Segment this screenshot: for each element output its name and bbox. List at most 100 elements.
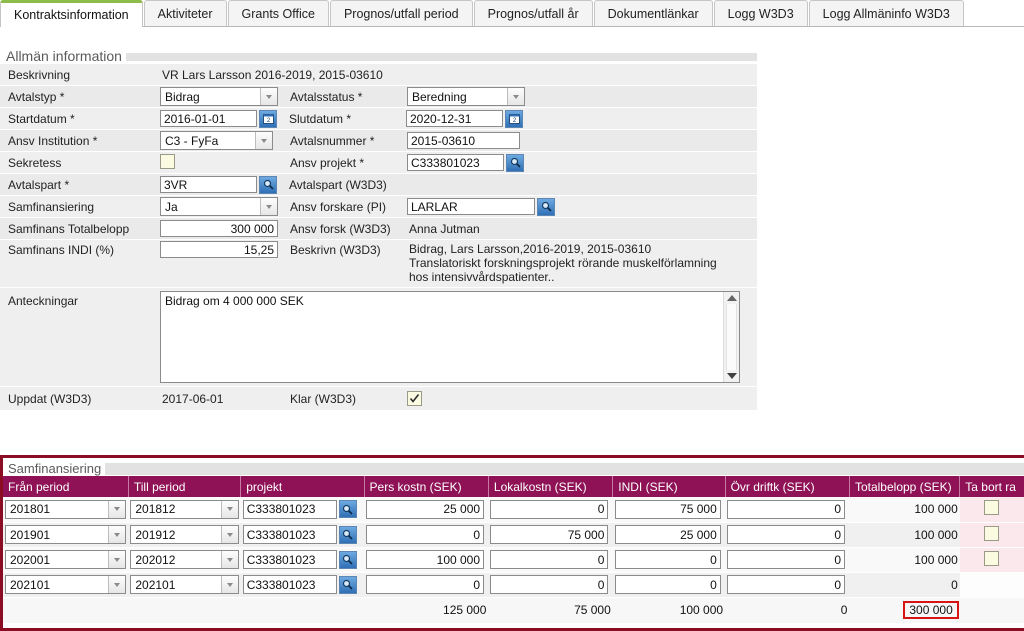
projekt-input[interactable] [242, 499, 337, 519]
indi-input[interactable] [614, 525, 721, 544]
chevron-down-icon[interactable] [108, 551, 126, 568]
chevron-down-icon[interactable] [108, 576, 126, 593]
tab-dokumentlankar[interactable]: Dokumentlänkar [593, 0, 713, 26]
ansv-forskare-input[interactable] [407, 198, 535, 215]
lokalkostn-input[interactable] [490, 525, 609, 544]
ta-bort-checkbox[interactable] [984, 500, 1000, 516]
col-lokalkostn[interactable]: Lokalkostn (SEK) [487, 476, 613, 497]
chevron-down-icon[interactable] [108, 526, 126, 543]
search-icon[interactable] [259, 175, 277, 194]
chevron-down-icon[interactable] [260, 88, 277, 105]
totals-spacer [240, 597, 365, 623]
value-uppdat-w3d3: 2017-06-01 [162, 391, 224, 406]
tab-logg-allmaninfo-w3d3[interactable]: Logg Allmäninfo W3D3 [808, 0, 964, 26]
projekt-input[interactable] [242, 575, 337, 594]
fran-period-select[interactable]: 202101 [5, 575, 127, 594]
search-icon[interactable] [537, 197, 555, 216]
tab-prognos-utfall-ar[interactable]: Prognos/utfall år [473, 0, 593, 26]
lokalkostn-input[interactable] [490, 575, 609, 594]
col-indi[interactable]: INDI (SEK) [612, 476, 726, 497]
ta-bort-checkbox[interactable] [984, 550, 1000, 566]
indi-input[interactable] [614, 575, 721, 594]
till-period-select[interactable]: 202101 [130, 575, 239, 594]
col-totalbelopp[interactable]: Totalbelopp (SEK) [848, 476, 960, 497]
tab-prognos-utfall-period[interactable]: Prognos/utfall period [329, 0, 473, 26]
col-fran-period[interactable]: Från period [3, 476, 129, 497]
startdatum-input[interactable] [160, 110, 257, 127]
pers-kostn-input[interactable] [366, 575, 485, 594]
samfinans-totalbelopp-input[interactable] [160, 220, 278, 237]
ovr-driftk-input[interactable] [727, 499, 846, 519]
chevron-down-icon[interactable] [220, 500, 238, 518]
sekretess-checkbox[interactable] [160, 153, 175, 169]
row-avtalspart: Avtalspart * Avtalspart (W3D3) [0, 174, 757, 196]
ovr-driftk-input[interactable] [727, 550, 846, 569]
chevron-down-icon[interactable] [220, 551, 238, 568]
ta-bort-checkbox[interactable] [984, 525, 1000, 541]
avtalsstatus-select[interactable]: Beredning [407, 87, 525, 106]
calendar-icon[interactable]: 2 [259, 109, 277, 128]
pers-kostn-input[interactable] [366, 525, 485, 544]
cell-projekt [240, 547, 365, 573]
lokalkostn-input[interactable] [490, 499, 609, 519]
till-period-select[interactable]: 201912 [130, 525, 239, 544]
col-till-period[interactable]: Till period [127, 476, 241, 497]
col-ovr-driftk[interactable]: Övr driftk (SEK) [724, 476, 850, 497]
samfinansiering-select[interactable]: Ja [160, 197, 278, 216]
label-anteckningar: Anteckningar [8, 294, 79, 308]
general-section-header: Allmän information [0, 44, 757, 64]
search-icon[interactable] [338, 550, 357, 569]
label-samfinansiering: Samfinansiering [8, 199, 95, 214]
anteckningar-text[interactable]: Bidrag om 4 000 000 SEK [161, 292, 723, 382]
scroll-up-icon[interactable] [726, 295, 737, 301]
projekt-input[interactable] [242, 550, 337, 569]
fran-period-select[interactable]: 202001 [5, 550, 127, 569]
chevron-down-icon[interactable] [108, 500, 126, 518]
institution-value: C3 - FyFa [165, 133, 219, 148]
avtalspart-input[interactable] [160, 176, 257, 193]
slutdatum-input[interactable] [406, 110, 503, 127]
tab-logg-w3d3[interactable]: Logg W3D3 [713, 0, 808, 26]
ansv-projekt-input[interactable] [407, 154, 504, 171]
tab-kontraktsinformation[interactable]: Kontraktsinformation [0, 0, 143, 27]
chevron-down-icon[interactable] [220, 526, 238, 543]
search-icon[interactable] [338, 575, 357, 594]
lokalkostn-input[interactable] [490, 550, 609, 569]
institution-select[interactable]: C3 - FyFa [160, 131, 273, 150]
fran-period-select[interactable]: 201801 [5, 499, 127, 519]
tab-grants-office[interactable]: Grants Office [227, 0, 329, 26]
avtalstyp-select[interactable]: Bidrag [160, 87, 278, 106]
search-icon[interactable] [506, 153, 524, 172]
chevron-down-icon[interactable] [260, 198, 277, 215]
klar-checkbox[interactable] [407, 391, 422, 406]
projekt-input[interactable] [242, 525, 337, 544]
anteckningar-scrollbar[interactable] [723, 292, 739, 382]
total-lokalkostn: 75 000 [488, 597, 613, 623]
till-period-select[interactable]: 202012 [130, 550, 239, 569]
avtalsnummer-input[interactable] [407, 132, 520, 149]
col-pers-kostn[interactable]: Pers kostn (SEK) [363, 476, 489, 497]
till-period-select[interactable]: 201812 [130, 499, 239, 519]
fran-period-select[interactable]: 201901 [5, 525, 127, 544]
chevron-down-icon[interactable] [255, 132, 272, 149]
col-projekt[interactable]: projekt [240, 476, 365, 497]
col-ta-bort[interactable]: Ta bort ra [959, 476, 1024, 497]
pers-kostn-input[interactable] [366, 499, 485, 519]
chevron-down-icon[interactable] [507, 88, 524, 105]
scroll-down-icon[interactable] [726, 373, 737, 379]
search-icon[interactable] [338, 500, 357, 519]
scrollbar-track[interactable] [726, 304, 737, 370]
anteckningar-textarea[interactable]: Bidrag om 4 000 000 SEK [160, 291, 740, 383]
chevron-down-icon[interactable] [220, 576, 238, 593]
search-icon[interactable] [338, 525, 357, 544]
ovr-driftk-input[interactable] [727, 575, 846, 594]
pers-kostn-input[interactable] [366, 550, 485, 569]
indi-input[interactable] [614, 499, 721, 519]
tab-aktiviteter[interactable]: Aktiviteter [143, 0, 227, 26]
indi-input[interactable] [614, 550, 721, 569]
cell-totalbelopp: 100 000 [849, 547, 960, 573]
ovr-driftk-input[interactable] [727, 525, 846, 544]
samfinans-indi-input[interactable] [160, 241, 278, 258]
calendar-icon[interactable]: 2 [505, 109, 523, 128]
label-avtalspart: Avtalspart * [8, 177, 70, 192]
